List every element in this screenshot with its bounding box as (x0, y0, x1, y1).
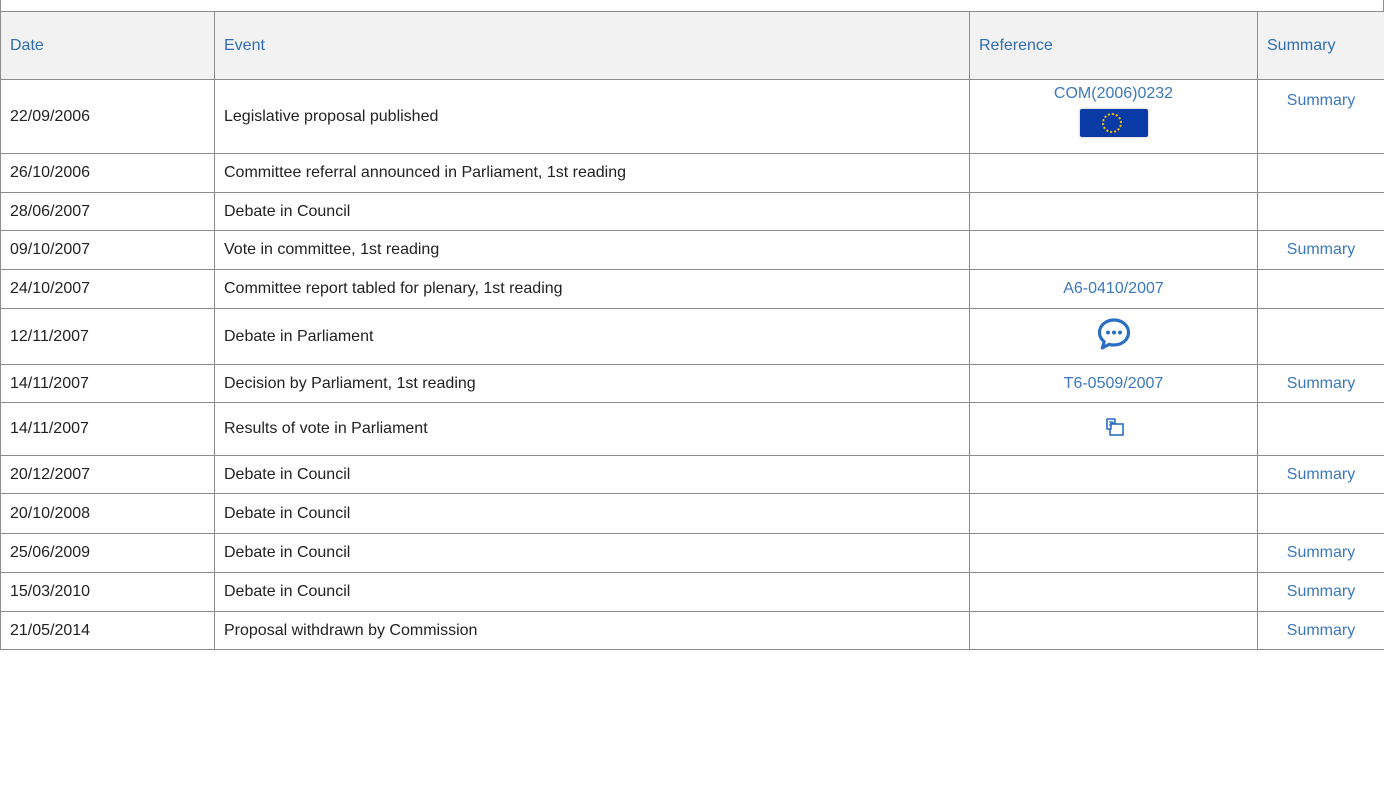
event-date: 21/05/2014 (0, 611, 215, 650)
summary-link[interactable]: Summary (1287, 241, 1355, 258)
event-description: Debate in Council (214, 493, 970, 534)
table-header-row: Date Event Reference Summary (0, 11, 1384, 80)
event-date: 14/11/2007 (0, 402, 215, 456)
column-header-event[interactable]: Event (214, 11, 970, 80)
table-row: 14/11/2007 Decision by Parliament, 1st r… (0, 364, 1384, 403)
event-description: Proposal withdrawn by Commission (214, 611, 970, 650)
table-row: 12/11/2007 Debate in Parliament (0, 308, 1384, 365)
event-summary-cell: Summary (1257, 455, 1384, 494)
event-date: 09/10/2007 (0, 230, 215, 270)
event-summary-cell: Summary (1257, 611, 1384, 650)
event-summary-cell (1257, 308, 1384, 365)
event-description: Debate in Council (214, 572, 970, 612)
event-summary-cell: Summary (1257, 79, 1384, 154)
event-description: Legislative proposal published (214, 79, 970, 154)
event-date: 20/12/2007 (0, 455, 215, 494)
event-reference-cell (969, 308, 1258, 365)
event-summary-cell: Summary (1257, 230, 1384, 270)
table-row: 26/10/2006 Committee referral announced … (0, 153, 1384, 193)
eu-flag-icon[interactable] (1079, 109, 1148, 137)
table-row: 28/06/2007 Debate in Council (0, 192, 1384, 231)
event-summary-cell: Summary (1257, 533, 1384, 573)
event-description: Vote in committee, 1st reading (214, 230, 970, 270)
table-row: 09/10/2007 Vote in committee, 1st readin… (0, 230, 1384, 270)
table-row: 20/12/2007 Debate in Council Summary (0, 455, 1384, 494)
event-date: 28/06/2007 (0, 192, 215, 231)
event-date: 25/06/2009 (0, 533, 215, 573)
event-reference-cell (969, 230, 1258, 270)
event-date: 12/11/2007 (0, 308, 215, 365)
summary-link[interactable]: Summary (1287, 583, 1355, 600)
table-row: 21/05/2014 Proposal withdrawn by Commiss… (0, 611, 1384, 650)
column-header-summary[interactable]: Summary (1257, 11, 1384, 80)
debate-speech-bubble-icon[interactable] (1096, 316, 1132, 357)
event-summary-cell (1257, 402, 1384, 456)
event-reference-cell (969, 455, 1258, 494)
summary-link[interactable]: Summary (1287, 622, 1355, 639)
column-header-date[interactable]: Date (0, 11, 215, 80)
event-summary-cell: Summary (1257, 364, 1384, 403)
table-row: 25/06/2009 Debate in Council Summary (0, 533, 1384, 573)
key-events-panel: Date Event Reference Summary 22/09/2006 … (0, 0, 1384, 802)
event-description: Results of vote in Parliament (214, 402, 970, 456)
reference-link[interactable]: T6-0509/2007 (1064, 375, 1164, 392)
event-date: 15/03/2010 (0, 572, 215, 612)
event-reference-cell: COM(2006)0232 (969, 79, 1258, 154)
key-events-table: Date Event Reference Summary 22/09/2006 … (0, 11, 1384, 650)
summary-link[interactable]: Summary (1287, 92, 1355, 109)
event-description: Committee referral announced in Parliame… (214, 153, 970, 193)
event-date: 22/09/2006 (0, 79, 215, 154)
table-row: 24/10/2007 Committee report tabled for p… (0, 269, 1384, 309)
summary-link[interactable]: Summary (1287, 466, 1355, 483)
event-date: 14/11/2007 (0, 364, 215, 403)
event-description: Decision by Parliament, 1st reading (214, 364, 970, 403)
event-summary-cell (1257, 493, 1384, 534)
event-summary-cell (1257, 192, 1384, 231)
table-row: 15/03/2010 Debate in Council Summary (0, 572, 1384, 612)
event-reference-cell (969, 572, 1258, 612)
event-summary-cell (1257, 153, 1384, 193)
event-description: Debate in Council (214, 455, 970, 494)
event-date: 26/10/2006 (0, 153, 215, 193)
vote-results-icon[interactable] (1102, 415, 1126, 444)
event-description: Committee report tabled for plenary, 1st… (214, 269, 970, 309)
event-summary-cell: Summary (1257, 572, 1384, 612)
event-date: 20/10/2008 (0, 493, 215, 534)
event-reference-cell (969, 153, 1258, 193)
event-description: Debate in Council (214, 533, 970, 573)
summary-link[interactable]: Summary (1287, 544, 1355, 561)
event-reference-cell (969, 611, 1258, 650)
event-reference-cell (969, 493, 1258, 534)
table-row: 20/10/2008 Debate in Council (0, 493, 1384, 534)
event-summary-cell (1257, 269, 1384, 309)
event-reference-cell (969, 192, 1258, 231)
event-description: Debate in Parliament (214, 308, 970, 365)
event-reference-cell: A6-0410/2007 (969, 269, 1258, 309)
event-reference-cell (969, 402, 1258, 456)
reference-link[interactable]: A6-0410/2007 (1063, 280, 1164, 297)
reference-link[interactable]: COM(2006)0232 (1054, 85, 1173, 103)
event-description: Debate in Council (214, 192, 970, 231)
summary-link[interactable]: Summary (1287, 375, 1355, 392)
table-row: 14/11/2007 Results of vote in Parliament (0, 402, 1384, 456)
table-row: 22/09/2006 Legislative proposal publishe… (0, 79, 1384, 154)
column-header-reference[interactable]: Reference (969, 11, 1258, 80)
event-reference-cell (969, 533, 1258, 573)
event-reference-cell: T6-0509/2007 (969, 364, 1258, 403)
event-date: 24/10/2007 (0, 269, 215, 309)
